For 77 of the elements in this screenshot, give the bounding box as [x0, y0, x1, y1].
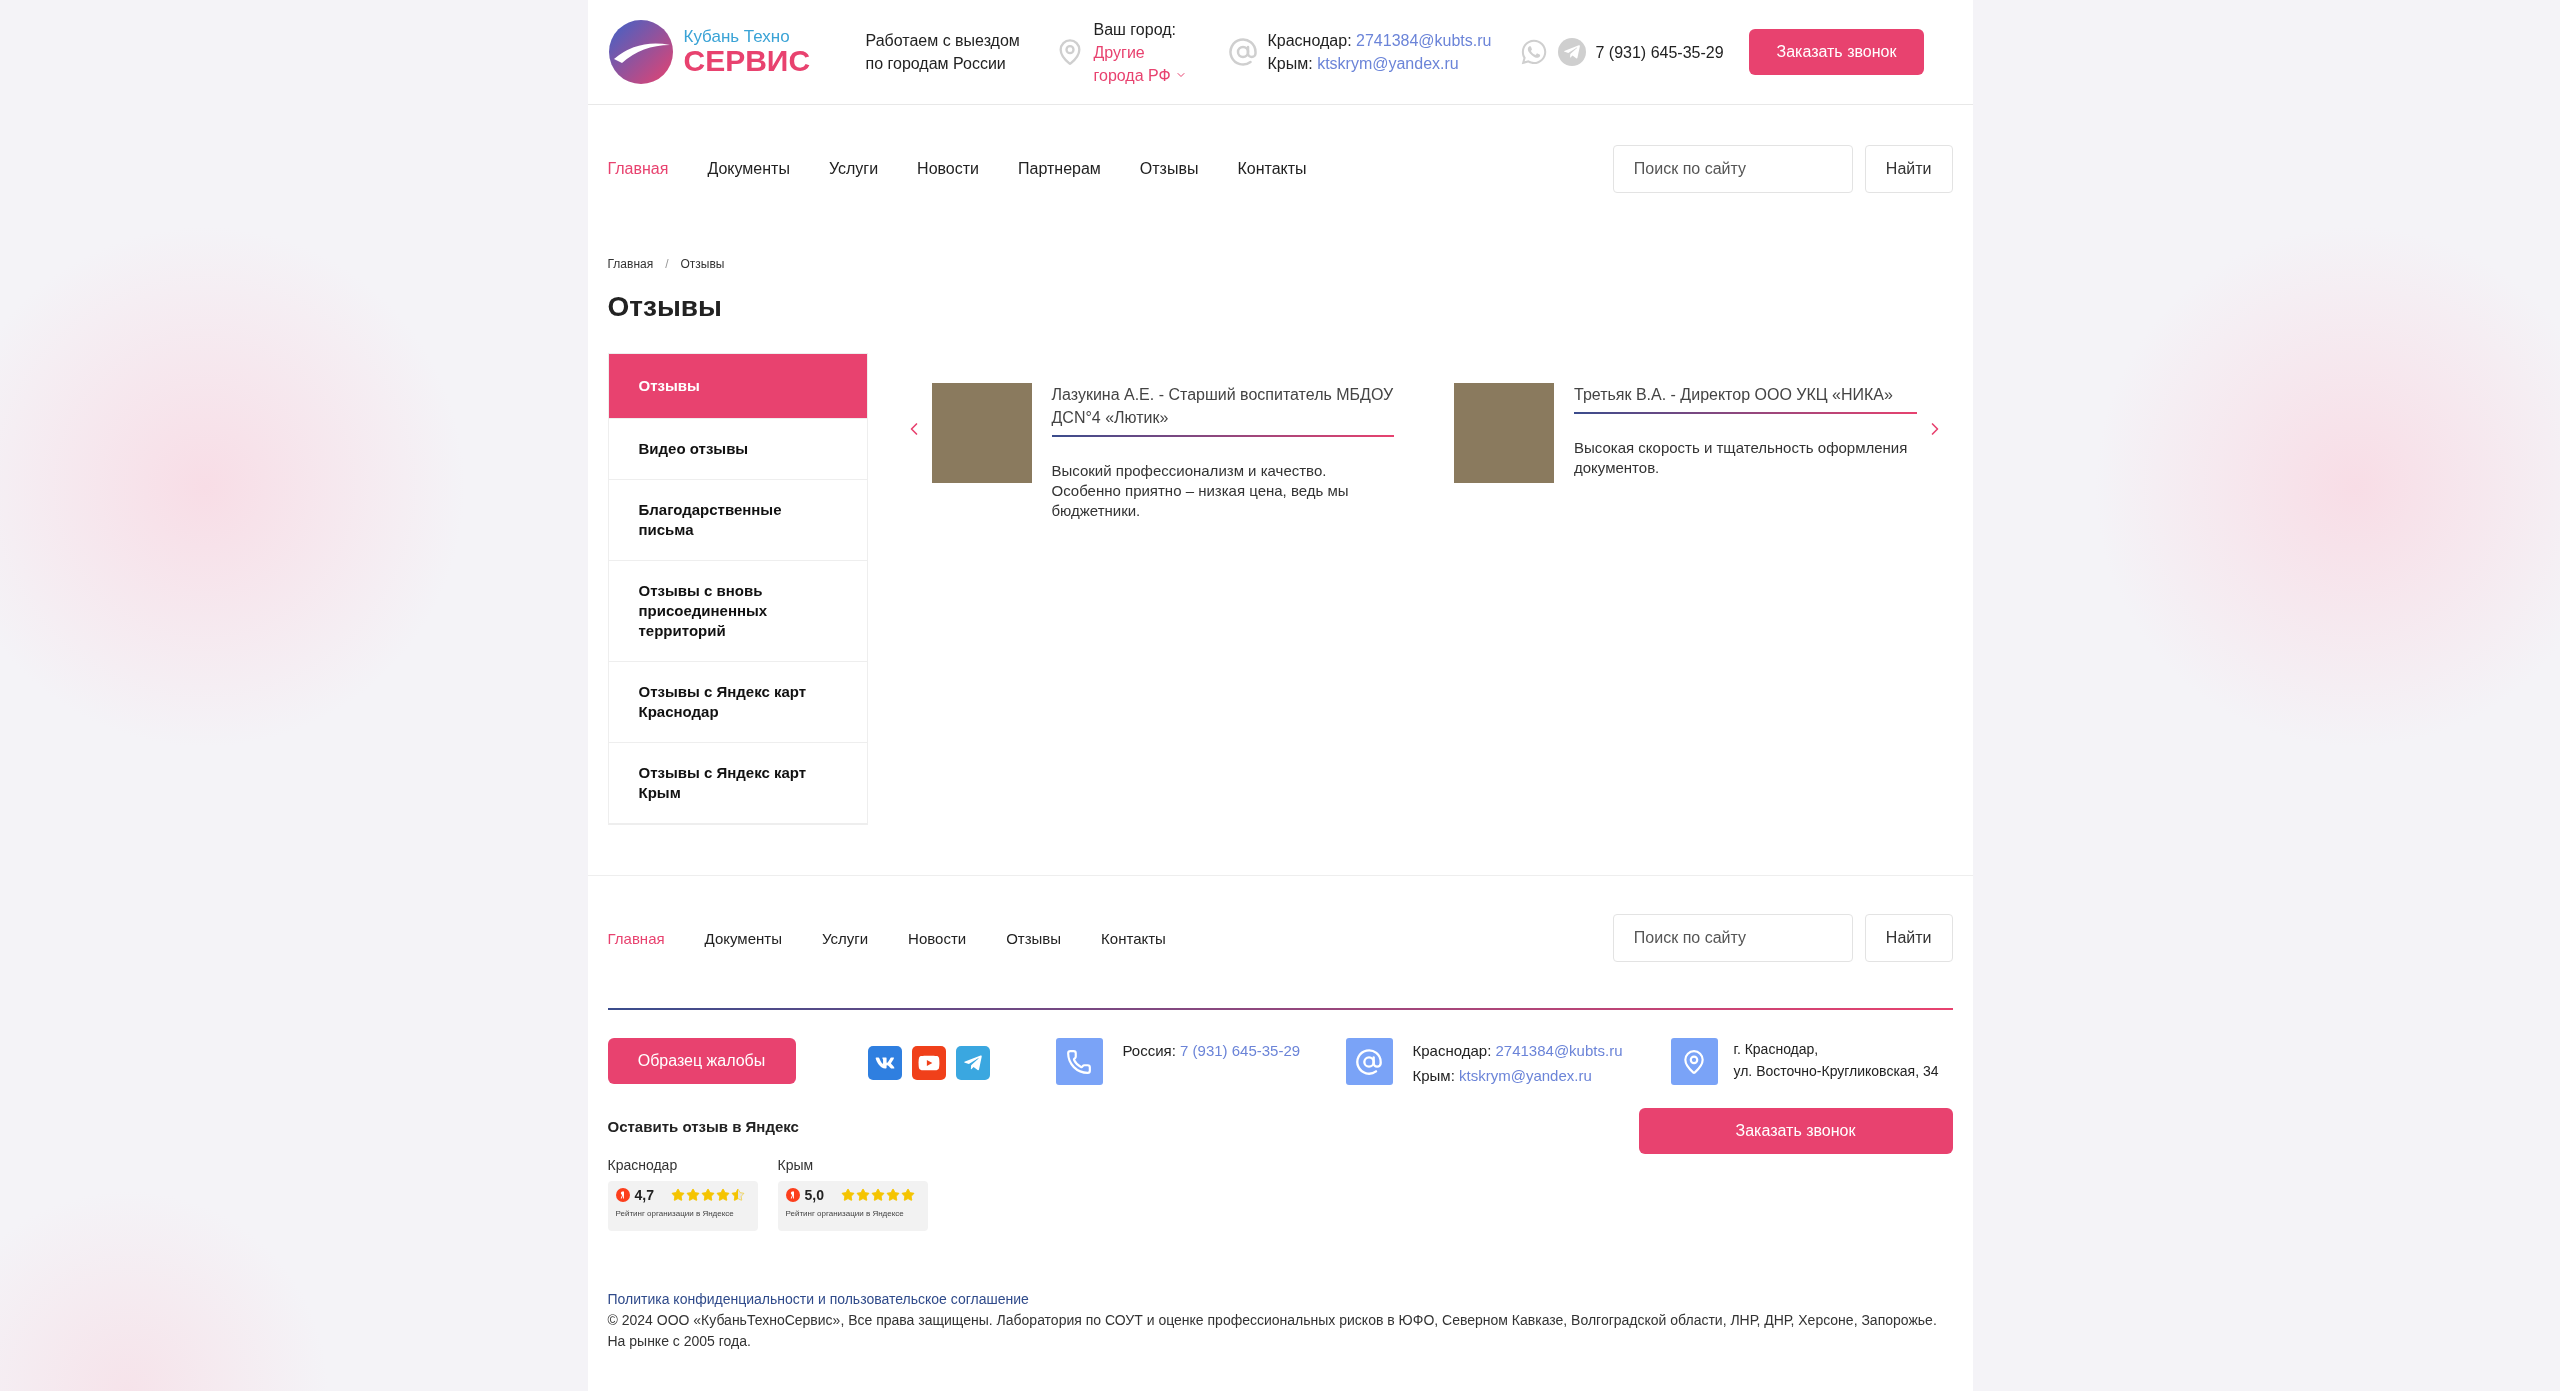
country-label: Россия: [1122, 1042, 1176, 1059]
nav-link[interactable]: Главная [607, 929, 665, 947]
yandex-rating-badge[interactable]: 5,0 Рейтинг организации в Яндексе [777, 1181, 928, 1231]
yandex-review-heading: Оставить отзыв в Яндекс [607, 1118, 800, 1135]
star-icon [855, 1188, 870, 1202]
youtube-icon[interactable] [911, 1046, 946, 1080]
city-label: Крым: [1412, 1067, 1455, 1084]
nav-link[interactable]: Партнерам [1018, 160, 1101, 178]
breadcrumb-link[interactable]: Главная [607, 257, 654, 271]
search-button[interactable]: Найти [1864, 145, 1953, 193]
phone-number: 7 (931) 645-35-29 [1595, 42, 1724, 63]
city-label: Ваш город: [1093, 19, 1177, 40]
city-label: Краснодар: [1267, 32, 1352, 49]
current-page-label: Отзывы [680, 257, 725, 271]
callback-button[interactable]: Заказать звонок [1638, 1108, 1953, 1154]
star-icon [670, 1188, 685, 1202]
at-sign-icon [1345, 1038, 1393, 1085]
nav-link[interactable]: Документы [704, 929, 782, 947]
email-link[interactable]: ktskrym@yandex.ru [1459, 1067, 1592, 1084]
at-sign-icon [1227, 37, 1258, 67]
rating-score: 4,7 [634, 1187, 654, 1203]
city-label: Крым: [1267, 55, 1313, 72]
yandex-rating-badge[interactable]: 4,7 Рейтинг организации в Яндексе [607, 1181, 758, 1231]
vk-icon[interactable] [867, 1046, 902, 1080]
email-link[interactable]: ktskrym@yandex.ru [1317, 55, 1459, 72]
email-link[interactable]: 2741384@kubts.ru [1356, 32, 1492, 49]
nav-link[interactable]: Главная [607, 160, 669, 178]
search-field[interactable]: Поиск по сайту [1612, 145, 1853, 193]
star-icon [730, 1188, 745, 1202]
logo-text: Кубань Техно [683, 28, 791, 46]
nav-link[interactable]: Отзывы [1139, 160, 1199, 178]
star-icon [870, 1188, 885, 1202]
review-author: Лазукина А.Е. - Старший воспитатель МБДОУ ДСN°4 «Лютик» [1051, 383, 1394, 437]
sidebar-item[interactable]: Отзывы [608, 354, 867, 419]
nav-link[interactable]: Услуги [821, 929, 869, 947]
star-icon [685, 1188, 700, 1202]
yandex-logo-icon [785, 1188, 800, 1202]
tagline: Работаем с выездом по городам России [865, 31, 1021, 74]
nav-link[interactable]: Контакты [1101, 929, 1166, 947]
yandex-logo-icon [615, 1188, 630, 1202]
rating-caption: Рейтинг организации в Яндексе [785, 1209, 905, 1218]
map-pin-icon [1670, 1038, 1718, 1085]
star-icon [885, 1188, 900, 1202]
complaint-sample-button[interactable]: Образец жалобы [607, 1038, 796, 1084]
rating-score: 5,0 [804, 1187, 824, 1203]
copyright-text: © 2024 ООО «КубаньТехноСервис», Все права защищены. Лаборатория по СОУТ и оценке профессиональных рисков в ЮФО, Северном Кавказе, Волгоградской области, ЛНР, ДНР, Херсоне, Запорожье. На рынке с 2005 года. [607, 1311, 1938, 1351]
phone-link[interactable]: 7 (931) 645-35-29 [1180, 1042, 1301, 1059]
nav-link[interactable]: Новости [908, 929, 967, 947]
nav-link[interactable]: Услуги [828, 160, 879, 178]
telegram-icon[interactable] [955, 1046, 990, 1080]
star-icon [715, 1188, 730, 1202]
nav-link[interactable]: Отзывы [1006, 929, 1062, 947]
review-author: Третьяк В.А. - Директор ООО УКЦ «НИКА» [1574, 383, 1917, 414]
email-link[interactable]: 2741384@kubts.ru [1495, 1042, 1623, 1059]
page-title: Отзывы [607, 291, 723, 323]
review-text: Высокая скорость и тщательность оформления документов. [1574, 438, 1909, 478]
star-icon [900, 1188, 915, 1202]
nav-link[interactable]: Контакты [1237, 160, 1307, 178]
rating-caption: Рейтинг организации в Яндексе [615, 1209, 735, 1218]
city-label: Краснодар: [1412, 1042, 1492, 1059]
logo-icon[interactable] [607, 19, 674, 85]
rating-city: Крым [777, 1157, 815, 1173]
privacy-policy-link[interactable]: Политика конфиденциальности и пользовательское соглашение [607, 1289, 1953, 1310]
logo-text: СЕРВИС [683, 46, 811, 76]
star-icon [700, 1188, 715, 1202]
breadcrumb-separator: / [665, 257, 669, 271]
nav-link[interactable]: Документы [707, 160, 790, 178]
callback-button[interactable]: Заказать звонок [1748, 29, 1925, 75]
rating-city: Краснодар [607, 1157, 679, 1173]
search-button[interactable]: Найти [1864, 914, 1953, 962]
phone-icon [1055, 1038, 1103, 1085]
nav-link[interactable]: Новости [917, 160, 980, 178]
search-field[interactable]: Поиск по сайту [1612, 914, 1853, 962]
review-text: Высокий профессионализм и качество. Особенно приятно – низкая цена, ведь мы бюджетники. [1051, 461, 1350, 521]
star-icon [840, 1188, 855, 1202]
city-selector[interactable]: Другие города РФ [1093, 40, 1194, 87]
address-text: г. Краснодар, ул. Восточно-Кругликовская, 34 [1733, 1040, 1939, 1081]
